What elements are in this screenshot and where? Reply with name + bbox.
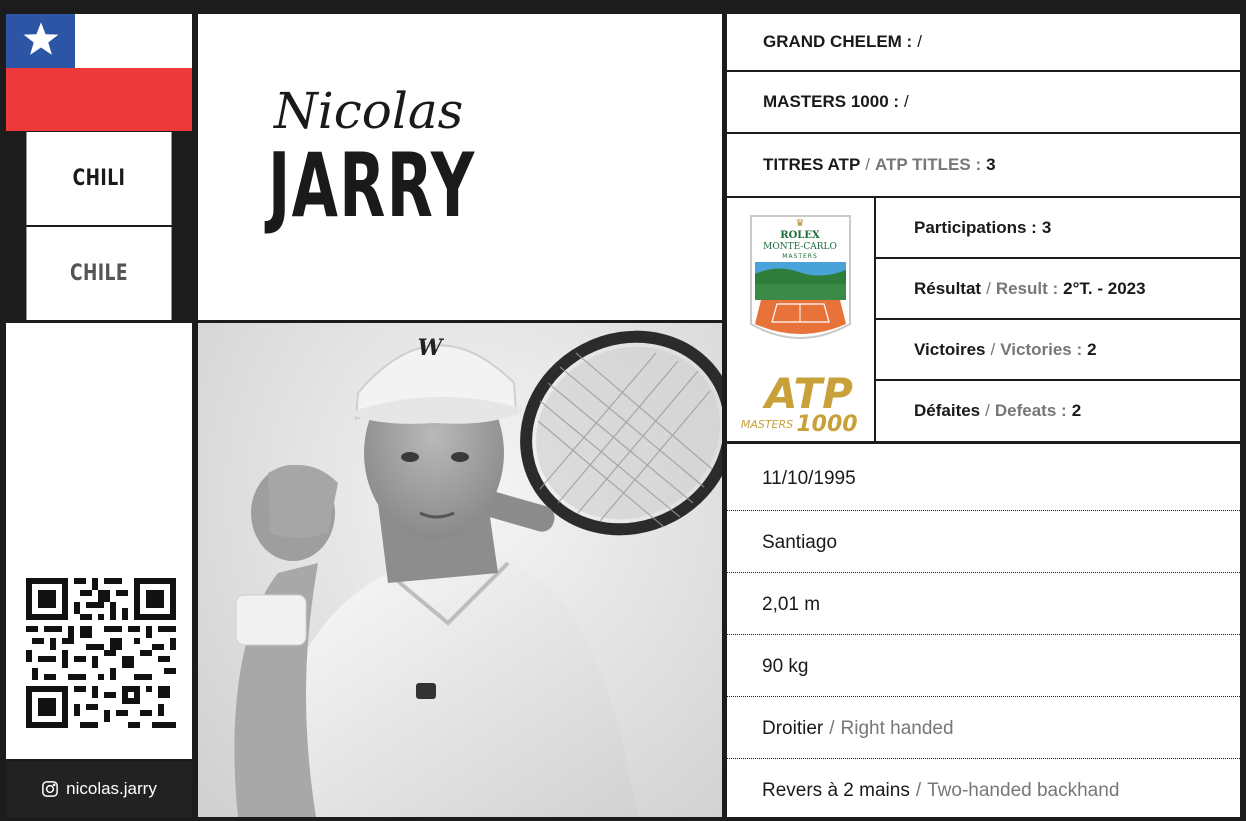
player-last-name: JARRY	[268, 134, 476, 237]
star-icon	[23, 22, 59, 55]
instagram-handle[interactable]: nicolas.jarry	[6, 761, 192, 817]
player-photo: W	[198, 323, 722, 817]
result-row: Résultat / Result : 2°T. - 2023	[876, 259, 1240, 318]
logo-event: MONTE-CARLO	[763, 242, 837, 252]
divider	[727, 572, 1240, 573]
backhand-fr: Revers à 2 mains	[762, 780, 910, 801]
grand-slam-row: GRAND CHELEM : /	[727, 14, 1240, 70]
participations-value: 3	[1041, 217, 1052, 237]
player-bio: 11/10/1995 Santiago 2,01 m 90 kg Droitie…	[727, 444, 1240, 817]
masters-wordmark: MASTERS	[741, 418, 793, 431]
flag-red-stripe	[6, 68, 192, 131]
plays-fr: Droitier	[762, 718, 824, 739]
birth-date-value: 11/10/1995	[762, 468, 856, 489]
chile-flag	[6, 14, 192, 131]
masters-row: MASTERS 1000 : /	[727, 72, 1240, 132]
plays: Droitier / Right handed	[727, 698, 1240, 760]
backhand: Revers à 2 mains / Two-handed backhand	[727, 760, 1240, 821]
height-value: 2,01 m	[762, 594, 821, 615]
victories-value: 2	[1087, 339, 1097, 359]
birth-place: Santiago	[727, 512, 1240, 574]
weight: 90 kg	[727, 636, 1240, 698]
instagram-icon	[42, 781, 59, 797]
result-value: 2°T. - 2023	[1063, 278, 1146, 298]
backhand-en: Two-handed backhand	[927, 780, 1120, 801]
country-name-fr: CHILI	[26, 132, 172, 225]
1000-wordmark: 1000	[796, 412, 857, 434]
atp-titles-label-fr: TITRES ATP	[763, 155, 861, 174]
qr-panel	[6, 323, 192, 759]
victories-row: Victoires / Victories : 2	[876, 320, 1240, 379]
label-separator: /	[915, 780, 922, 801]
defeats-value: 2	[1071, 401, 1082, 420]
atp-titles-row: TITRES ATP / ATP TITLES : 3	[727, 134, 1240, 196]
divider	[727, 758, 1240, 759]
grand-slam-label: GRAND CHELEM :	[763, 32, 913, 51]
instagram-handle-text: nicolas.jarry	[66, 779, 157, 798]
qr-code[interactable]	[26, 578, 176, 728]
defeats-label-fr: Défaites	[914, 401, 981, 420]
victories-label-en: Victories :	[1000, 339, 1083, 359]
masters-value: /	[904, 92, 909, 111]
grand-slam-value: /	[917, 32, 922, 51]
divider	[727, 510, 1240, 511]
logo-brand: ROLEX	[780, 230, 820, 241]
birth-date: 11/10/1995	[727, 448, 1240, 510]
country-name-en: CHILE	[26, 227, 172, 320]
atp-masters-1000-logo: ATP MASTERS 1000	[741, 369, 858, 434]
monte-carlo-masters-logo: ♛ ROLEX MONTE-CARLO MASTERS	[750, 215, 851, 339]
label-separator: /	[829, 718, 835, 739]
logo-tier: MASTERS	[782, 253, 818, 260]
crown-icon: ♛	[796, 218, 805, 229]
divider	[727, 696, 1240, 697]
label-separator: /	[986, 278, 991, 298]
divider	[727, 634, 1240, 635]
atp-titles-label-en: ATP TITLES :	[875, 155, 982, 174]
defeats-row: Défaites / Defeats : 2	[876, 381, 1240, 441]
plays-en: Right handed	[840, 718, 954, 739]
weight-value: 90 kg	[762, 656, 809, 677]
birth-place-value: Santiago	[762, 532, 838, 553]
label-separator: /	[865, 155, 871, 174]
result-label-fr: Résultat	[914, 278, 982, 298]
atp-wordmark: ATP	[762, 369, 853, 418]
cap-logo: W	[418, 335, 445, 361]
player-portrait-illustration: W	[234, 330, 722, 817]
participations-label: Participations :	[914, 217, 1037, 237]
result-label-en: Result :	[995, 278, 1059, 298]
height: 2,01 m	[727, 574, 1240, 636]
player-first-name: Nicolas	[274, 82, 464, 140]
defeats-label-en: Defeats :	[994, 401, 1067, 420]
label-separator: /	[985, 401, 990, 420]
atp-titles-value: 3	[986, 155, 996, 174]
label-separator: /	[990, 339, 996, 359]
player-name-block: Nicolas JARRY	[198, 14, 722, 320]
tournament-logos: ♛ ROLEX MONTE-CARLO MASTERS ATP MASTERS …	[727, 198, 874, 441]
participations-row: Participations : 3	[876, 198, 1240, 257]
victories-label-fr: Victoires	[914, 339, 986, 359]
masters-label: MASTERS 1000 :	[763, 92, 900, 111]
flag-white-stripe	[75, 14, 192, 68]
